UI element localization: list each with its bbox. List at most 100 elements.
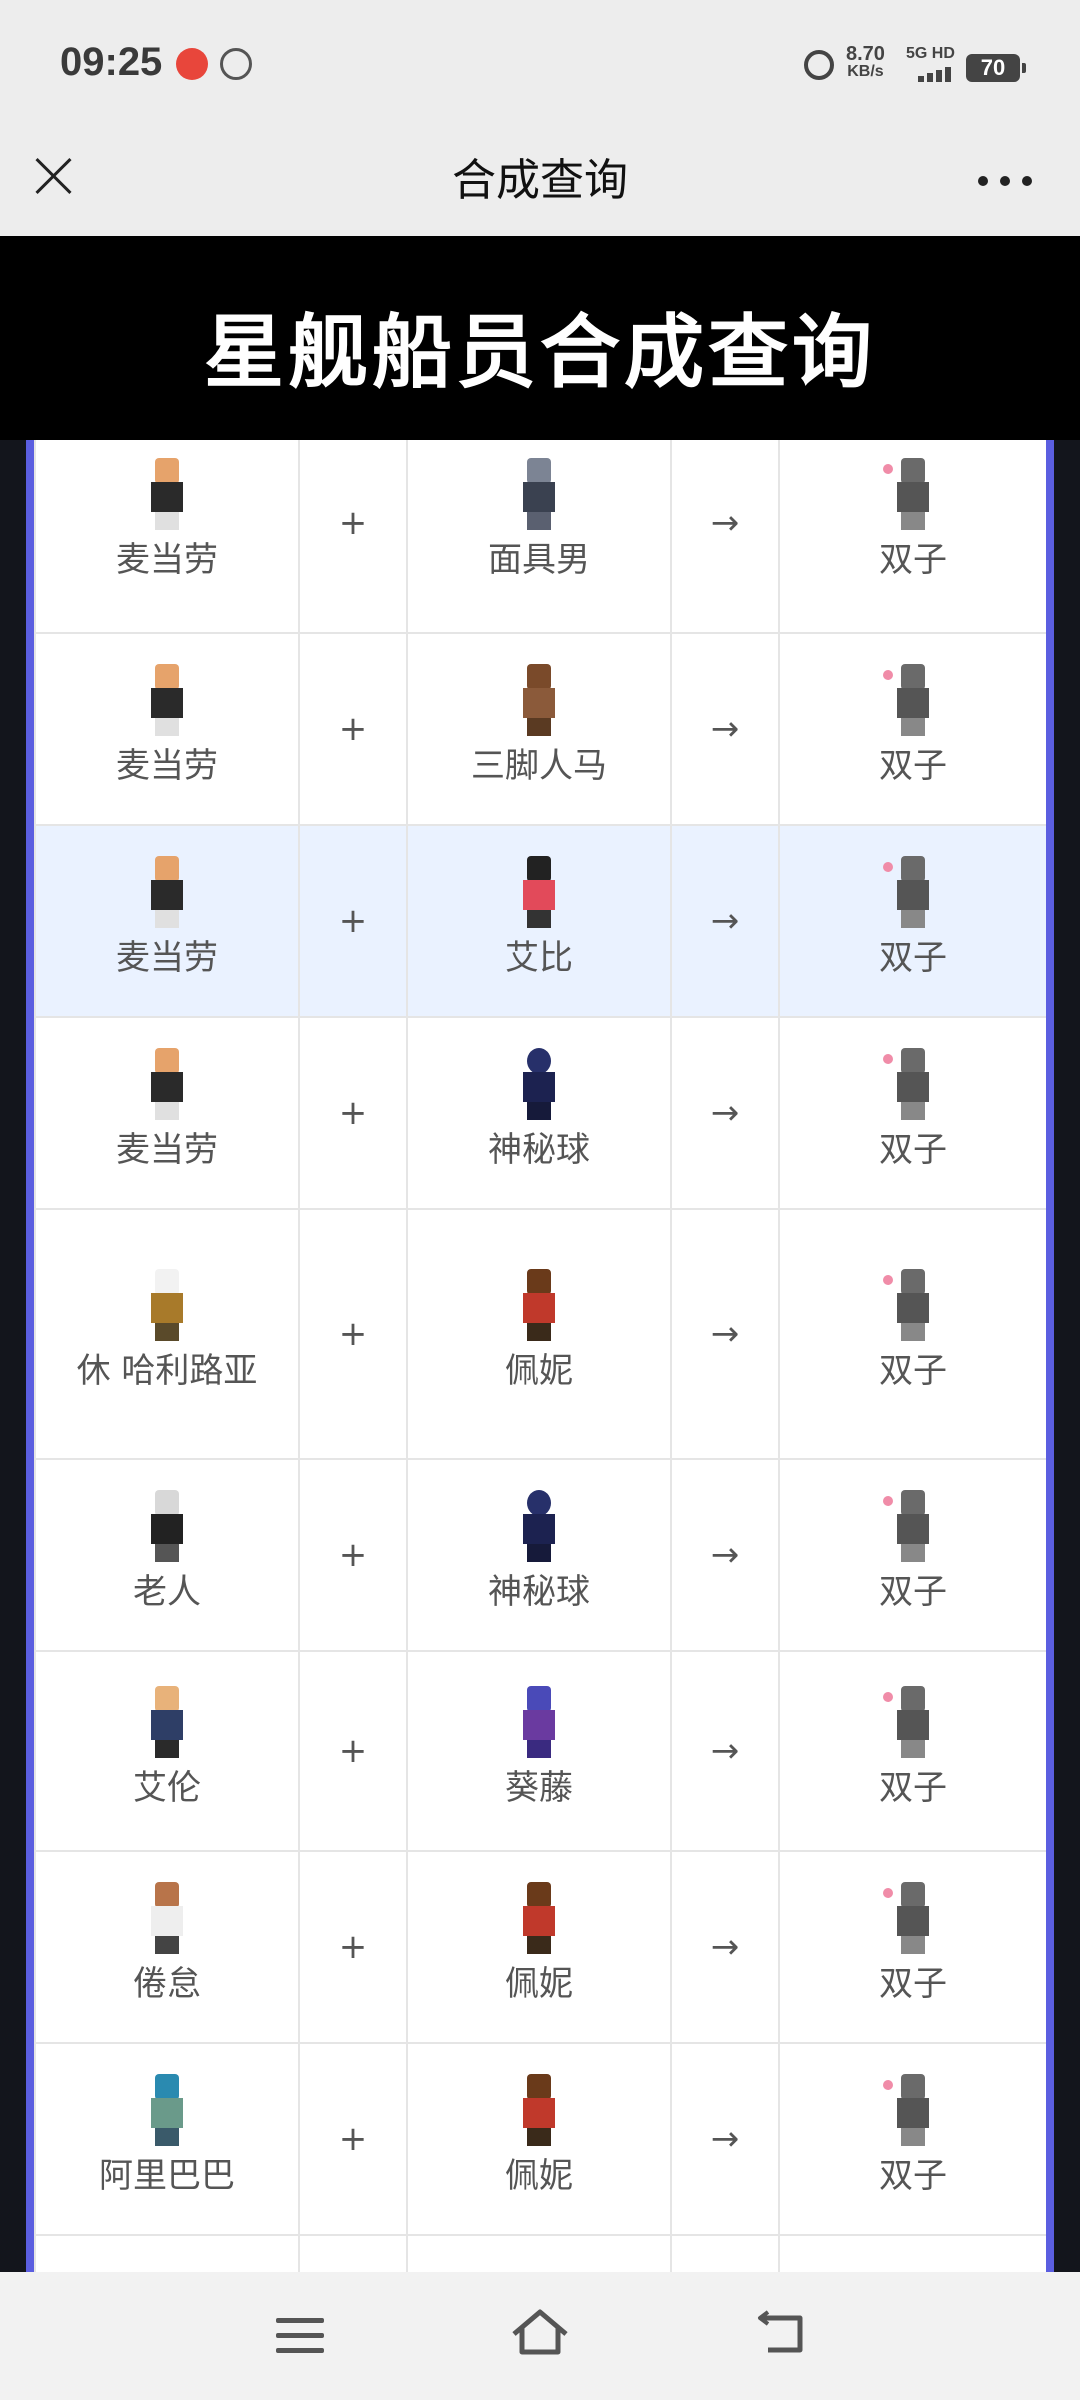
table-cell xyxy=(298,2234,408,2272)
table-cell xyxy=(34,2234,300,2272)
allen-sprite-icon xyxy=(147,1686,187,1758)
crew-name: 倦怠 xyxy=(133,1964,201,2004)
table-row[interactable]: 麦当劳 + 三脚人马 → 双子 xyxy=(34,632,1048,826)
ingredient-b-cell[interactable]: 三脚人马 xyxy=(406,632,672,826)
penny-sprite-icon xyxy=(519,2074,559,2146)
banner: 星舰船员合成查询 xyxy=(0,236,1080,440)
status-time: 09:25 xyxy=(60,40,163,84)
abby-sprite-icon xyxy=(519,856,559,928)
nav-bar: 合成查询 xyxy=(0,132,1080,236)
result-cell[interactable]: 双子 xyxy=(778,440,1048,634)
mystery-orb-sprite-icon xyxy=(519,1490,559,1562)
crew-name: 佩妮 xyxy=(505,2156,573,2196)
ingredient-a-cell[interactable]: 休 哈利路亚 xyxy=(34,1208,300,1460)
table-cell xyxy=(670,2234,780,2272)
system-nav-bar xyxy=(0,2272,1080,2400)
mystery-orb-sprite-icon xyxy=(519,1048,559,1120)
menu-icon[interactable] xyxy=(276,2316,324,2356)
crew-name: 麦当劳 xyxy=(116,938,218,978)
result-cell[interactable]: 双子 xyxy=(778,1458,1048,1652)
plus-icon: + xyxy=(298,1850,408,2044)
result-cell[interactable]: 双子 xyxy=(778,632,1048,826)
plus-icon: + xyxy=(298,632,408,826)
alarm-icon xyxy=(804,50,834,80)
result-cell[interactable]: 双子 xyxy=(778,1016,1048,1210)
ingredient-b-cell[interactable]: 神秘球 xyxy=(406,1016,672,1210)
table-row[interactable]: 艾伦 + 葵藤 → 双子 xyxy=(34,1650,1048,1852)
ingredient-b-cell[interactable]: 佩妮 xyxy=(406,2042,672,2236)
penny-sprite-icon xyxy=(519,1269,559,1341)
arrow-right-icon: → xyxy=(670,440,780,634)
app-notification-icon xyxy=(176,48,208,80)
ingredient-b-cell[interactable]: 面具男 xyxy=(406,440,672,634)
ingredient-a-cell[interactable]: 倦怠 xyxy=(34,1850,300,2044)
table-row[interactable]: 倦怠 + 佩妮 → 双子 xyxy=(34,1850,1048,2044)
arrow-right-icon: → xyxy=(670,1850,780,2044)
ingredient-a-cell[interactable]: 麦当劳 xyxy=(34,1016,300,1210)
ingredient-a-cell[interactable]: 麦当劳 xyxy=(34,440,300,634)
crew-name: 双子 xyxy=(879,1351,947,1391)
plus-icon: + xyxy=(298,824,408,1018)
crew-name: 葵藤 xyxy=(505,1768,573,1808)
crew-name: 双子 xyxy=(879,746,947,786)
ingredient-a-cell[interactable]: 麦当劳 xyxy=(34,824,300,1018)
crew-name: 双子 xyxy=(879,2156,947,2196)
crew-name: 神秘球 xyxy=(488,1130,590,1170)
mcdonald-sprite-icon xyxy=(147,664,187,736)
twins-sprite-icon xyxy=(883,1490,933,1562)
ingredient-b-cell[interactable]: 佩妮 xyxy=(406,1850,672,2044)
ingredient-a-cell[interactable]: 阿里巴巴 xyxy=(34,2042,300,2236)
home-icon[interactable] xyxy=(510,2306,570,2358)
table-row[interactable]: 老人 + 神秘球 → 双子 xyxy=(34,1458,1048,1652)
back-icon[interactable] xyxy=(756,2308,806,2358)
table-row[interactable]: 麦当劳 + 艾比 → 双子 xyxy=(34,824,1048,1018)
result-cell[interactable]: 双子 xyxy=(778,2042,1048,2236)
table-cell xyxy=(778,2234,1048,2272)
plus-icon: + xyxy=(298,440,408,634)
weary-sprite-icon xyxy=(147,1882,187,1954)
arrow-right-icon: → xyxy=(670,1650,780,1852)
twins-sprite-icon xyxy=(883,1269,933,1341)
ingredient-b-cell[interactable]: 神秘球 xyxy=(406,1458,672,1652)
table-row[interactable] xyxy=(34,2234,1048,2272)
crew-name: 麦当劳 xyxy=(116,1130,218,1170)
more-icon[interactable] xyxy=(978,170,1034,190)
result-cell[interactable]: 双子 xyxy=(778,1850,1048,2044)
ingredient-a-cell[interactable]: 麦当劳 xyxy=(34,632,300,826)
crew-name: 双子 xyxy=(879,1572,947,1612)
crew-name: 双子 xyxy=(879,540,947,580)
ingredient-b-cell[interactable]: 佩妮 xyxy=(406,1208,672,1460)
result-cell[interactable]: 双子 xyxy=(778,824,1048,1018)
twins-sprite-icon xyxy=(883,2074,933,2146)
ingredient-b-cell[interactable]: 葵藤 xyxy=(406,1650,672,1852)
network-speed-unit: KB/s xyxy=(847,63,884,80)
crew-name: 三脚人马 xyxy=(471,746,607,786)
arrow-right-icon: → xyxy=(670,824,780,1018)
crew-name: 老人 xyxy=(133,1572,201,1612)
twins-sprite-icon xyxy=(883,1686,933,1758)
crew-name: 双子 xyxy=(879,1130,947,1170)
centaur-sprite-icon xyxy=(519,664,559,736)
table-row[interactable]: 麦当劳 + 面具男 → 双子 xyxy=(34,440,1048,634)
network-speed-value: 8.70 xyxy=(846,43,885,65)
crew-name: 休 哈利路亚 xyxy=(76,1351,258,1391)
arrow-right-icon: → xyxy=(670,2042,780,2236)
ingredient-a-cell[interactable]: 老人 xyxy=(34,1458,300,1652)
page-title: 合成查询 xyxy=(452,155,628,206)
crew-name: 佩妮 xyxy=(505,1964,573,2004)
ingredient-b-cell[interactable]: 艾比 xyxy=(406,824,672,1018)
table-row[interactable]: 休 哈利路亚 + 佩妮 → 双子 xyxy=(34,1208,1048,1460)
mcdonald-sprite-icon xyxy=(147,458,187,530)
crew-name: 阿里巴巴 xyxy=(99,2156,235,2196)
table-row[interactable]: 麦当劳 + 神秘球 → 双子 xyxy=(34,1016,1048,1210)
result-cell[interactable]: 双子 xyxy=(778,1208,1048,1460)
old-man-sprite-icon xyxy=(147,1490,187,1562)
table-row[interactable]: 阿里巴巴 + 佩妮 → 双子 xyxy=(34,2042,1048,2236)
crew-name: 艾伦 xyxy=(133,1768,201,1808)
ingredient-a-cell[interactable]: 艾伦 xyxy=(34,1650,300,1852)
crew-name: 面具男 xyxy=(488,540,590,580)
arrow-right-icon: → xyxy=(670,1016,780,1210)
kuiteng-sprite-icon xyxy=(519,1686,559,1758)
result-cell[interactable]: 双子 xyxy=(778,1650,1048,1852)
notification-badge-icon xyxy=(220,48,252,80)
